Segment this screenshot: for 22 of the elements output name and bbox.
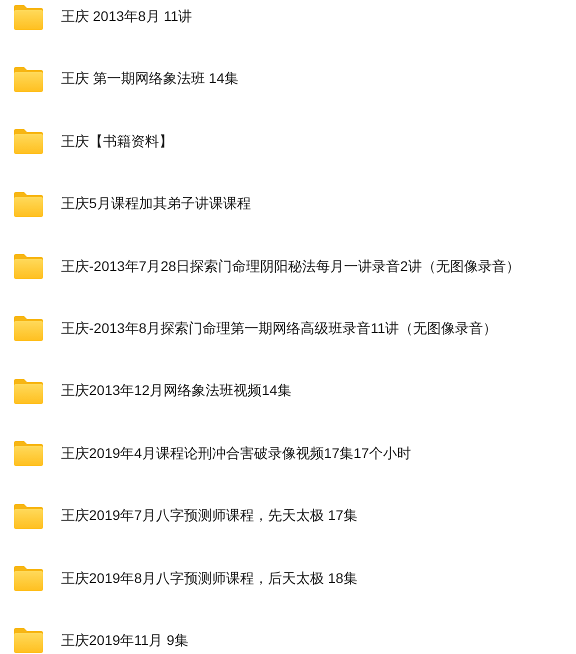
folder-icon[interactable]	[13, 315, 44, 342]
folder-icon[interactable]	[13, 4, 44, 30]
folder-name[interactable]: 王庆2019年4月课程论刑冲合害破录像视频17集17个小时	[61, 444, 412, 463]
folder-name[interactable]: 王庆-2013年7月28日探索门命理阴阳秘法每月一讲录音2讲（无图像录音）	[61, 258, 520, 276]
folder-icon[interactable]	[13, 190, 44, 218]
folder-name[interactable]: 王庆 2013年8月 11讲	[61, 8, 192, 26]
folder-name[interactable]: 王庆 第一期网络象法班 14集	[61, 70, 238, 88]
folder-name[interactable]: 王庆2019年11月 9集	[61, 632, 188, 650]
folder-name[interactable]: 王庆【书籍资料】	[61, 132, 173, 151]
folder-name[interactable]: 王庆2019年7月八字预测师课程，先天太极 17集	[61, 507, 358, 526]
folder-icon[interactable]	[13, 440, 44, 468]
folder-icon[interactable]	[13, 378, 44, 405]
folder-name[interactable]: 王庆-2013年8月探索门命理第一期网络高级班录音11讲（无图像录音）	[61, 320, 498, 338]
folder-name[interactable]: 王庆2019年8月八字预测师课程，后天太极 18集	[61, 570, 358, 588]
folder-name[interactable]: 王庆5月课程加其弟子讲课课程	[61, 195, 251, 214]
folder-icon[interactable]	[13, 502, 44, 530]
folder-icon[interactable]	[13, 627, 44, 654]
folder-name[interactable]: 王庆2013年12月网络象法班视频14集	[61, 382, 292, 400]
folder-icon[interactable]	[13, 66, 44, 93]
folder-icon[interactable]	[13, 128, 44, 156]
folder-icon[interactable]	[13, 253, 44, 280]
folder-icon[interactable]	[13, 565, 44, 592]
